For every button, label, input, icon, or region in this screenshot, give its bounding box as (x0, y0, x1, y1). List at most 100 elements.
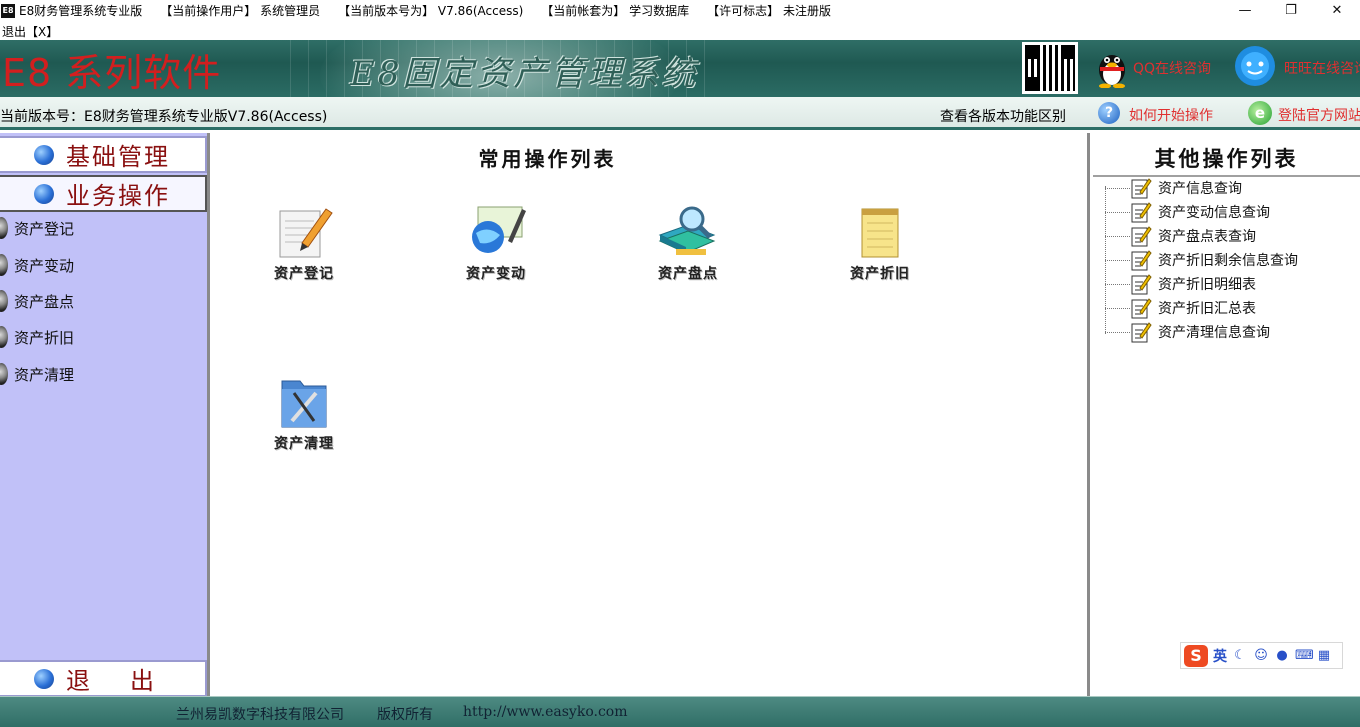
version-info: 当前版本号：E8财务管理系统专业版V7.86(Access) (0, 109, 328, 125)
official-website-link[interactable]: 登陆官方网站 (1278, 105, 1360, 125)
microphone-icon[interactable]: ● (1274, 648, 1290, 664)
app-title: E8财务管理系统专业版 (19, 4, 143, 18)
folder-tools-icon (281, 380, 327, 428)
op-label: 资产折旧 (850, 266, 910, 282)
common-operations-panel: 常用操作列表 资产登记 资产变动 资产盘点 资产折旧 资产清理 (210, 133, 1090, 696)
restore-icon: ❐ (1285, 3, 1297, 18)
sidebar-item-label: 资产盘点 (14, 292, 75, 311)
qq-consult-link[interactable]: QQ在线咨询 (1133, 58, 1211, 78)
compare-versions-link[interactable]: 查看各版本功能区别 (940, 106, 1066, 126)
bullet-icon (0, 290, 8, 312)
qrcode-image (1022, 42, 1078, 94)
smiley-icon[interactable]: ☺ (1253, 648, 1269, 664)
how-to-start-link[interactable]: 如何开始操作 (1129, 105, 1213, 125)
menu-exit[interactable]: 退出【X】 (2, 23, 58, 40)
tree-item-depreciation-remaining-query[interactable]: 资产折旧剩余信息查询 (1105, 248, 1355, 272)
common-operations-title: 常用操作列表 (478, 147, 617, 171)
sidebar-header-basic-management[interactable]: 基础管理 (0, 136, 207, 173)
op-asset-inventory[interactable]: 资产盘点 (628, 203, 748, 293)
bullet-icon (0, 217, 8, 239)
notepad-pencil-icon (279, 208, 333, 258)
ime-language-toggle[interactable]: 英 (1213, 646, 1227, 666)
ie-browser-icon[interactable]: e (1248, 101, 1272, 125)
op-asset-register[interactable]: 资产登记 (244, 203, 364, 293)
tree-item-depreciation-detail[interactable]: 资产折旧明细表 (1105, 272, 1355, 296)
tree-item-asset-info-query[interactable]: 资产信息查询 (1105, 176, 1355, 200)
document-edit-icon (1131, 226, 1152, 247)
window-controls: — ❐ ✕ (1222, 0, 1360, 21)
close-icon: ✕ (1331, 3, 1343, 18)
current-account-label: 【当前帐套为】 (541, 4, 626, 18)
tree-item-label: 资产信息查询 (1158, 181, 1242, 197)
aliwangwang-icon[interactable] (1232, 44, 1278, 90)
books-magnifier-icon (658, 206, 716, 255)
tree-item-depreciation-summary[interactable]: 资产折旧汇总表 (1105, 296, 1355, 320)
tree-item-label: 资产变动信息查询 (1158, 205, 1270, 221)
sidebar: 基础管理 业务操作 资产登记 资产变动 资产盘点 资产折旧 资产清理 退出 (0, 133, 210, 697)
sidebar-item-asset-inventory[interactable]: 资产盘点 (0, 286, 200, 316)
current-version: 【当前版本号为】 V7.86(Access) (338, 2, 523, 19)
version-bar: 当前版本号：E8财务管理系统专业版V7.86(Access) 查看各版本功能区别… (0, 97, 1360, 130)
other-operations-panel: 其他操作列表 资产信息查询 资产变动信息查询 资产盘点表查询 资产折旧剩余信息查… (1093, 133, 1360, 696)
tree-item-label: 资产折旧汇总表 (1158, 301, 1256, 317)
current-account: 【当前帐套为】 学习数据库 (541, 2, 689, 19)
op-label: 资产盘点 (658, 266, 718, 282)
system-name: E8固定资产管理系统 (350, 54, 699, 94)
minimize-icon: — (1238, 3, 1252, 18)
tree-item-inventory-table-query[interactable]: 资产盘点表查询 (1105, 224, 1355, 248)
app-logo-icon: E8 (1, 3, 15, 18)
sidebar-item-asset-change[interactable]: 资产变动 (0, 250, 200, 280)
minimize-button[interactable]: — (1222, 0, 1268, 21)
banner: E8 系列软件 E8固定资产管理系统 QQ在线咨询 旺旺在线咨询 (0, 40, 1360, 97)
tree-item-asset-change-query[interactable]: 资产变动信息查询 (1105, 200, 1355, 224)
footer-company: 兰州易凯数字科技有限公司 (176, 707, 344, 723)
footer-copyright: 版权所有 (377, 707, 433, 723)
app-window: E8 E8财务管理系统专业版 【当前操作用户】 系统管理员 【当前版本号为】 V… (0, 0, 1360, 727)
op-asset-disposal[interactable]: 资产清理 (244, 373, 364, 463)
current-version-label: 【当前版本号为】 (338, 4, 435, 18)
sidebar-item-label: 资产清理 (14, 365, 75, 384)
current-version-value: V7.86(Access) (437, 4, 524, 18)
bullet-icon (0, 363, 8, 385)
ime-toolbar[interactable]: S 英 ☾ ☺ ● ⌨ ▦ (1180, 642, 1343, 669)
blue-ball-icon (34, 183, 54, 204)
current-user-label: 【当前操作用户】 (160, 4, 257, 18)
footer-url[interactable]: http://www.easyko.com (463, 704, 628, 720)
close-button[interactable]: ✕ (1314, 0, 1360, 21)
op-asset-change[interactable]: 资产变动 (436, 203, 556, 293)
sidebar-header-label: 业务操作 (66, 182, 170, 210)
sidebar-item-asset-disposal[interactable]: 资产清理 (0, 359, 200, 389)
tree-item-label: 资产折旧明细表 (1158, 277, 1256, 293)
moon-icon[interactable]: ☾ (1232, 648, 1248, 664)
document-edit-icon (1131, 322, 1152, 343)
restore-button[interactable]: ❐ (1268, 0, 1314, 21)
sidebar-item-label: 资产变动 (14, 256, 75, 275)
current-account-value: 学习数据库 (629, 4, 690, 18)
keyboard-icon[interactable]: ⌨ (1295, 648, 1314, 664)
globe-pen-icon (472, 206, 526, 253)
qq-penguin-icon[interactable] (1094, 46, 1130, 88)
tree-item-disposal-info-query[interactable]: 资产清理信息查询 (1105, 320, 1355, 344)
license-flag-label: 【许可标志】 (707, 4, 780, 18)
product-logo: E8 系列软件 (2, 51, 222, 95)
sidebar-item-asset-register[interactable]: 资产登记 (0, 213, 200, 243)
sidebar-item-label: 资产登记 (14, 219, 75, 238)
sidebar-header-business-operations[interactable]: 业务操作 (0, 175, 207, 212)
ali-consult-link[interactable]: 旺旺在线咨询 (1284, 58, 1360, 78)
current-user-value: 系统管理员 (260, 4, 321, 18)
current-user: 【当前操作用户】 系统管理员 (160, 2, 320, 19)
sogou-logo-icon[interactable]: S (1184, 644, 1208, 667)
blue-ball-icon (34, 144, 54, 165)
sidebar-exit-button[interactable]: 退出 (0, 660, 207, 697)
bullet-icon (0, 326, 8, 348)
sidebar-item-asset-depreciation[interactable]: 资产折旧 (0, 322, 200, 352)
help-question-icon[interactable]: ? (1098, 102, 1120, 124)
document-edit-icon (1131, 178, 1152, 199)
grid-menu-icon[interactable]: ▦ (1316, 648, 1332, 664)
op-asset-depreciation[interactable]: 资产折旧 (820, 203, 940, 293)
footer: 兰州易凯数字科技有限公司 版权所有 http://www.easyko.com (0, 696, 1360, 727)
tree-item-label: 资产盘点表查询 (1158, 229, 1256, 245)
document-edit-icon (1131, 202, 1152, 223)
license-flag: 【许可标志】 未注册版 (707, 2, 831, 19)
notepad-icon (861, 208, 899, 258)
